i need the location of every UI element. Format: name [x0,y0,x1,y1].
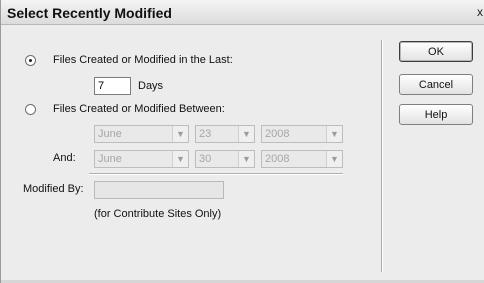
from-month-value: June [98,128,122,140]
chevron-down-icon: ▼ [172,126,188,142]
and-label: And: [53,152,76,164]
to-month-select[interactable]: June ▼ [94,150,189,168]
cancel-button[interactable]: Cancel [399,74,473,95]
divider [89,173,343,174]
option-last-label: Files Created or Modified in the Last: [53,54,233,66]
from-month-select[interactable]: June ▼ [94,125,189,143]
to-month-value: June [98,153,122,165]
to-year-value: 2008 [265,153,290,165]
select-recently-modified-dialog: Select Recently Modified x Files Created… [0,0,484,283]
modified-by-label: Modified By: [23,183,84,195]
radio-modified-between[interactable] [25,104,36,115]
modified-by-input[interactable] [94,181,224,199]
chevron-down-icon: ▼ [326,151,342,167]
close-icon[interactable]: x [477,6,484,18]
from-year-value: 2008 [265,128,290,140]
to-year-select[interactable]: 2008 ▼ [261,150,343,168]
help-button[interactable]: Help [399,104,473,125]
dialog-title: Select Recently Modified [7,5,172,21]
to-day-value: 30 [199,153,212,165]
radio-modified-in-last[interactable] [25,55,36,66]
chevron-down-icon: ▼ [238,126,254,142]
to-day-select[interactable]: 30 ▼ [195,150,255,168]
from-year-select[interactable]: 2008 ▼ [261,125,343,143]
contribute-note: (for Contribute Sites Only) [94,208,222,220]
title-bar: Select Recently Modified x [1,0,484,25]
chevron-down-icon: ▼ [326,126,342,142]
option-between-label: Files Created or Modified Between: [53,103,225,115]
chevron-down-icon: ▼ [238,151,254,167]
days-input[interactable] [94,77,131,95]
from-day-value: 23 [199,128,212,140]
ok-button[interactable]: OK [399,41,473,62]
vertical-separator [381,40,382,272]
chevron-down-icon: ▼ [172,151,188,167]
days-unit-label: Days [138,80,164,92]
from-day-select[interactable]: 23 ▼ [195,125,255,143]
